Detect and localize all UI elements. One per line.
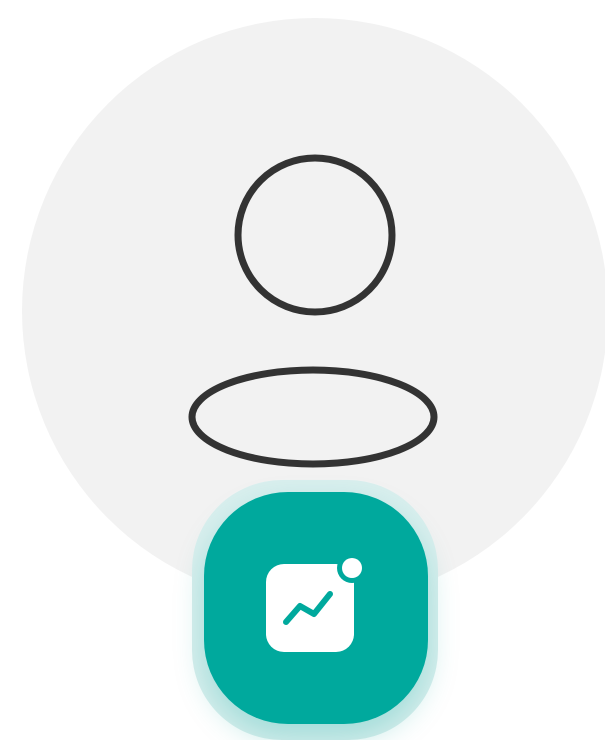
activity-chart-notification-icon	[266, 553, 367, 652]
person-body-outline	[188, 366, 438, 468]
notification-dot-icon	[342, 558, 362, 578]
person-head-outline	[234, 154, 396, 316]
